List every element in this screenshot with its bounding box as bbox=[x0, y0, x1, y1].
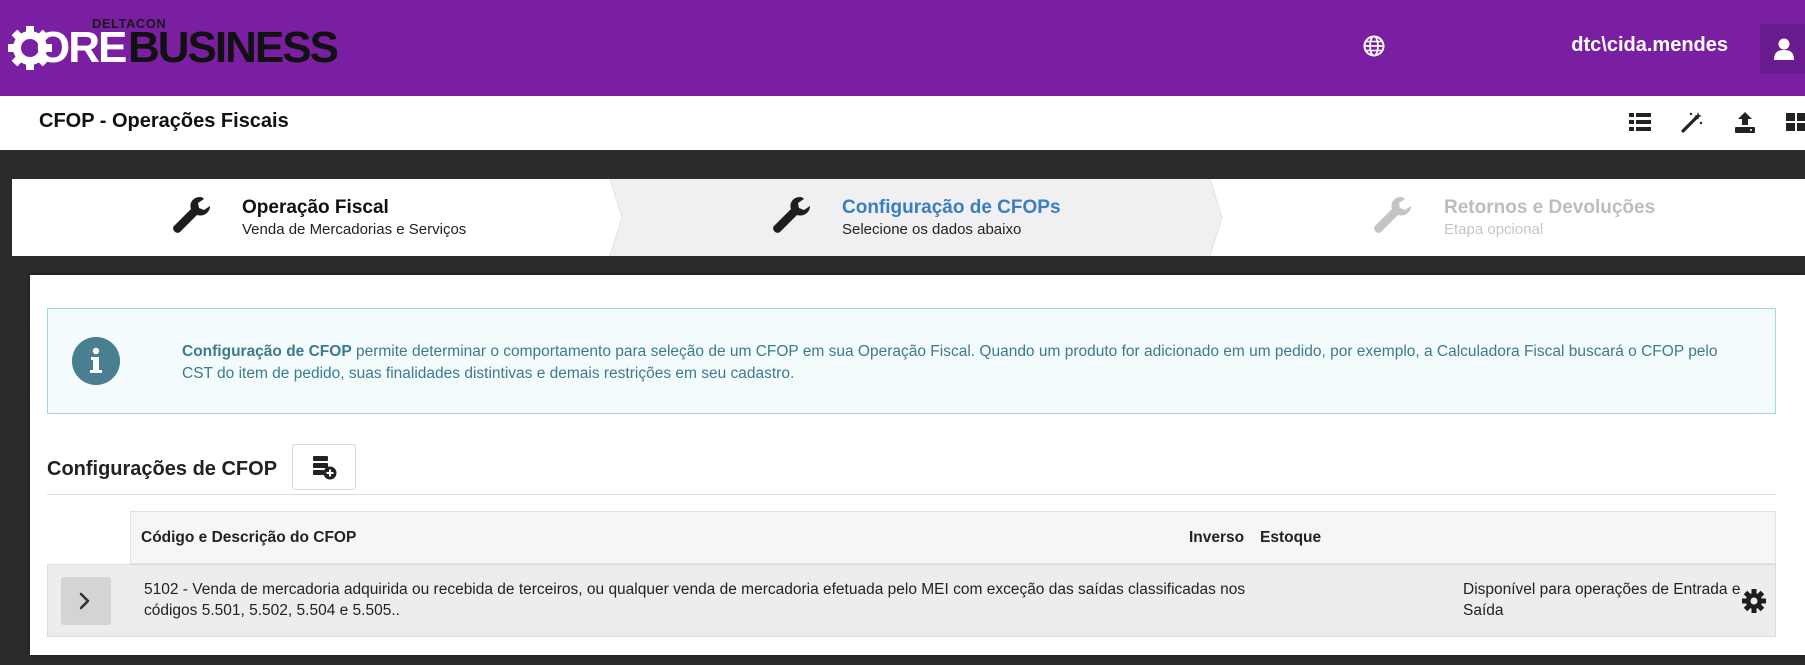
column-header-inverse: Inverso bbox=[1189, 529, 1245, 546]
list-view-button[interactable] bbox=[1626, 108, 1654, 136]
globe-icon[interactable] bbox=[1363, 35, 1385, 57]
cog-icon[interactable] bbox=[1741, 588, 1767, 614]
upload-icon bbox=[1735, 112, 1755, 133]
cell-code-desc: 5102 - Venda de mercadoria adquirida ou … bbox=[144, 581, 1246, 619]
section-divider bbox=[47, 494, 1776, 495]
step-subtitle: Selecione os dados abaixo bbox=[842, 221, 1022, 238]
step-retornos-devolucoes[interactable]: Retornos e Devoluções Etapa opcional bbox=[1371, 179, 1771, 256]
step-title: Retornos e Devoluções bbox=[1444, 197, 1656, 218]
brand-ore-text: ORE bbox=[36, 23, 127, 72]
step-configuracao-cfops[interactable]: Configuração de CFOPs Selecione os dados… bbox=[770, 179, 1170, 256]
list-icon bbox=[1629, 113, 1651, 131]
wizard-steps: Operação Fiscal Venda de Mercadorias e S… bbox=[12, 179, 1805, 256]
column-header-stock: Estoque bbox=[1260, 529, 1322, 546]
table-header: Código e Descrição do CFOP Inverso Estoq… bbox=[130, 511, 1776, 564]
page-header: CFOP - Operações Fiscais bbox=[0, 96, 1805, 150]
brand-business-text: BUSINESS bbox=[128, 23, 339, 72]
info-alert-text: Configuração de CFOP permite determinar … bbox=[182, 341, 1742, 385]
expand-row-button[interactable] bbox=[61, 577, 111, 625]
brand-logo[interactable]: DELTACON ORE BUSINESS bbox=[6, 16, 339, 72]
wrench-icon bbox=[1374, 197, 1411, 233]
step-title: Configuração de CFOPs bbox=[842, 197, 1061, 218]
username-label[interactable]: dtc\cida.mendes bbox=[1450, 34, 1728, 57]
magic-wand-button[interactable] bbox=[1678, 108, 1706, 136]
top-navbar: DELTACON ORE BUSINESS dtc\cida.mendes bbox=[0, 0, 1805, 96]
column-header-code-desc: Código e Descrição do CFOP bbox=[141, 529, 357, 546]
wrench-icon bbox=[773, 197, 810, 233]
user-icon bbox=[1774, 38, 1794, 60]
layout-grid-button[interactable] bbox=[1781, 108, 1805, 136]
page-title: CFOP - Operações Fiscais bbox=[39, 110, 289, 132]
cfop-config-card: Configuração de CFOP permite determinar … bbox=[30, 275, 1805, 655]
step-subtitle: Venda de Mercadorias e Serviços bbox=[242, 221, 467, 238]
database-add-icon bbox=[313, 456, 337, 480]
user-menu-button[interactable] bbox=[1760, 24, 1805, 74]
table-row[interactable]: 5102 - Venda de mercadoria adquirida ou … bbox=[47, 564, 1776, 637]
add-cfop-config-button[interactable] bbox=[292, 444, 356, 490]
info-icon bbox=[72, 337, 120, 385]
section-title: Configurações de CFOP bbox=[47, 458, 278, 480]
step-title: Operação Fiscal bbox=[242, 197, 389, 218]
info-alert: Configuração de CFOP permite determinar … bbox=[47, 308, 1776, 414]
info-alert-body: permite determinar o comportamento para … bbox=[182, 343, 1718, 382]
cell-stock: Disponível para operações de Entrada e S… bbox=[1463, 581, 1741, 619]
wrench-icon bbox=[173, 197, 210, 233]
info-alert-strong: Configuração de CFOP bbox=[182, 343, 352, 360]
magic-wand-icon bbox=[1681, 112, 1703, 133]
grid-icon bbox=[1786, 113, 1805, 131]
upload-button[interactable] bbox=[1731, 108, 1759, 136]
step-subtitle: Etapa opcional bbox=[1444, 221, 1544, 238]
chevron-right-icon bbox=[79, 592, 90, 610]
step-operacao-fiscal[interactable]: Operação Fiscal Venda de Mercadorias e S… bbox=[170, 179, 570, 256]
